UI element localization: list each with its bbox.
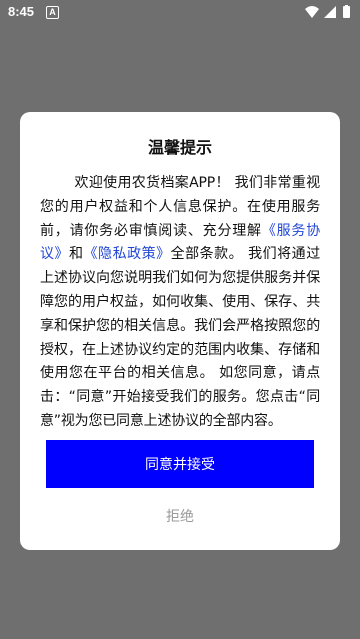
dialog-body: 欢迎使用农货档案APP！ 我们非常重视您的用户权益和个人信息保护。在使用服务前，… bbox=[40, 172, 320, 434]
wifi-icon bbox=[305, 6, 319, 18]
status-time: 8:45 bbox=[8, 4, 35, 19]
battery-icon bbox=[343, 6, 350, 18]
signal-icon bbox=[324, 6, 336, 18]
status-icons bbox=[304, 5, 352, 19]
notification-a-icon: A bbox=[46, 6, 59, 19]
reject-button[interactable]: 拒绝 bbox=[130, 502, 230, 532]
status-icons-svg bbox=[305, 5, 350, 18]
privacy-policy-link[interactable]: 《隐私政策》 bbox=[84, 246, 171, 262]
agree-button[interactable]: 同意并接受 bbox=[46, 440, 314, 488]
status-bar: 8:45 A bbox=[0, 0, 360, 24]
body-rest: 全部条款。 我们将通过上述协议向您说明我们如何为您提供服务并保障您的用户权益，如… bbox=[40, 246, 320, 429]
privacy-dialog: 温馨提示 欢迎使用农货档案APP！ 我们非常重视您的用户权益和个人信息保护。在使… bbox=[20, 112, 340, 550]
body-and: 和 bbox=[69, 246, 84, 263]
dialog-title: 温馨提示 bbox=[147, 138, 212, 157]
